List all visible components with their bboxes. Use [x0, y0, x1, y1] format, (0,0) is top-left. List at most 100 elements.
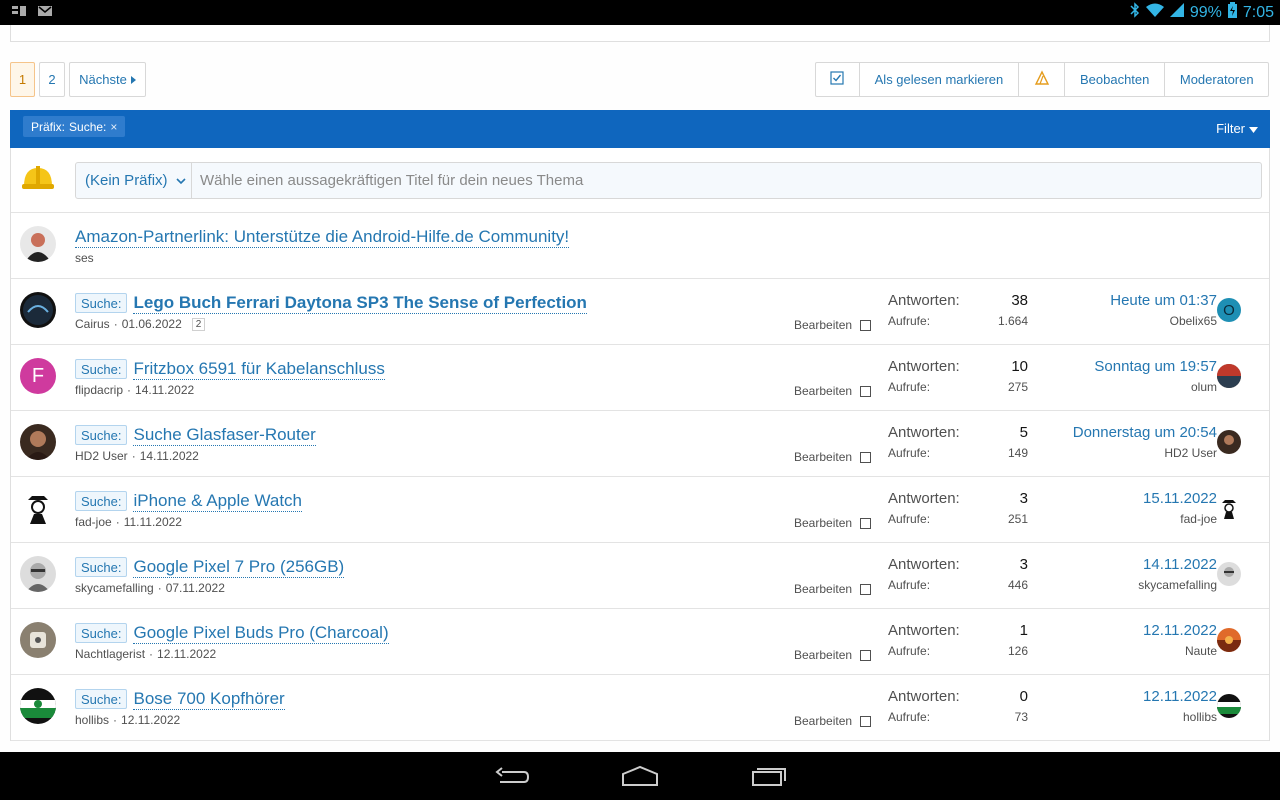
prefix-tag[interactable]: Suche: [75, 425, 128, 445]
select-checkbox[interactable] [860, 583, 872, 595]
prefix-tag[interactable]: Suche: [75, 623, 128, 643]
last-post-user[interactable]: fad-joe [1143, 512, 1217, 526]
last-post-user[interactable]: skycamefalling [1138, 578, 1217, 592]
last-post-user[interactable]: Obelix65 [1110, 314, 1217, 328]
home-icon[interactable] [622, 764, 658, 788]
last-post-date[interactable]: 15.11.2022 [1143, 490, 1217, 510]
last-post-avatar[interactable] [1217, 364, 1241, 388]
prefix-tag[interactable]: Suche: [75, 359, 128, 379]
recent-apps-icon[interactable] [751, 764, 787, 788]
thread-stats: Antworten: 38 Aufrufe: 1.664 [888, 292, 1028, 328]
replies-label: Antworten: [888, 556, 960, 573]
last-post: 12.11.2022 Naute [1143, 622, 1217, 658]
last-post-user[interactable]: hollibs [1143, 710, 1217, 724]
select-checkbox[interactable] [860, 715, 872, 727]
thread-title[interactable]: iPhone & Apple Watch [133, 491, 303, 512]
thread-author[interactable]: ses [75, 251, 94, 265]
thread-title[interactable]: Suche Glasfaser-Router [133, 425, 316, 446]
quick-filter-button[interactable] [1019, 63, 1065, 96]
prefix-tag[interactable]: Suche: [75, 491, 128, 511]
close-icon[interactable]: × [110, 120, 117, 134]
edit-toggle[interactable]: Bearbeiten [794, 318, 872, 332]
sticky-thread-row[interactable]: Amazon-Partnerlink: Unterstütze die Andr… [11, 213, 1269, 279]
chevron-down-icon [175, 172, 186, 189]
thread-row[interactable]: Suche: Bose 700 Kopfhörer hollibs · 12.11… [11, 675, 1269, 741]
edit-label: Bearbeiten [794, 450, 853, 464]
prefix-tag[interactable]: Suche: [75, 689, 128, 709]
thread-title[interactable]: Google Pixel Buds Pro (Charcoal) [133, 623, 389, 644]
last-post-date[interactable]: 12.11.2022 [1143, 688, 1217, 708]
select-checkbox[interactable] [860, 451, 872, 463]
thread-stats: Antworten: 10 Aufrufe: 275 [888, 358, 1028, 394]
thread-author[interactable]: Cairus [75, 317, 110, 331]
thread-row[interactable]: Suche: Suche Glasfaser-Router HD2 User · … [11, 411, 1269, 477]
last-post-user[interactable]: HD2 User [1073, 446, 1217, 460]
last-post-user[interactable]: olum [1094, 380, 1217, 394]
prefix-filter-chip[interactable]: Präfix: Suche: × [23, 116, 126, 137]
replies-count: 3 [1019, 556, 1028, 573]
clock: 7:05 [1242, 3, 1274, 21]
last-post-date[interactable]: 14.11.2022 [1138, 556, 1217, 576]
thread-author[interactable]: HD2 User [75, 449, 128, 463]
back-icon[interactable] [494, 764, 530, 788]
edit-toggle[interactable]: Bearbeiten [794, 516, 872, 530]
thread-author[interactable]: flipdacrip [75, 383, 123, 397]
thread-author[interactable]: fad-joe [75, 515, 112, 529]
last-post-avatar[interactable] [1217, 496, 1241, 520]
views-label: Aufrufe: [888, 314, 931, 328]
edit-toggle[interactable]: Bearbeiten [794, 714, 872, 728]
status-bar: 99% 7:05 [0, 0, 1280, 25]
watch-button[interactable]: Beobachten [1065, 63, 1166, 96]
page-1-button[interactable]: 1 [10, 62, 35, 97]
last-post-date[interactable]: Donnerstag um 20:54 [1073, 424, 1217, 444]
chip-label: Präfix: [31, 119, 66, 134]
next-page-button[interactable]: Nächste [69, 62, 146, 97]
edit-toggle[interactable]: Bearbeiten [794, 582, 872, 596]
last-post-avatar[interactable] [1217, 562, 1241, 586]
thread-author[interactable]: skycamefalling [75, 581, 154, 595]
mark-read-button[interactable]: Als gelesen markieren [860, 63, 1020, 96]
views-label: Aufrufe: [888, 644, 931, 658]
edit-toggle[interactable]: Bearbeiten [794, 384, 872, 398]
thread-title[interactable]: Fritzbox 6591 für Kabelanschluss [133, 359, 385, 380]
select-checkbox[interactable] [860, 385, 872, 397]
last-post-avatar[interactable]: O [1217, 298, 1241, 322]
thread-title[interactable]: Amazon-Partnerlink: Unterstütze die Andr… [75, 227, 570, 248]
prefix-select[interactable]: (Kein Präfix) [75, 162, 192, 199]
last-post-avatar[interactable] [1217, 628, 1241, 652]
moderators-button[interactable]: Moderatoren [1165, 63, 1268, 96]
thread-row[interactable]: F Suche: Fritzbox 6591 für Kabelanschlus… [11, 345, 1269, 411]
thread-row[interactable]: Suche: iPhone & Apple Watch fad-joe · 11.… [11, 477, 1269, 543]
thread-title-input[interactable]: Wähle einen aussagekräftigen Titel für d… [191, 162, 1262, 199]
last-post-date[interactable]: 12.11.2022 [1143, 622, 1217, 642]
thread-title[interactable]: Lego Buch Ferrari Daytona SP3 The Sense … [133, 293, 587, 314]
last-post-avatar[interactable] [1217, 694, 1241, 718]
edit-toggle[interactable]: Bearbeiten [794, 450, 872, 464]
thread-author[interactable]: Nachtlagerist [75, 647, 145, 661]
last-post-date[interactable]: Heute um 01:37 [1110, 292, 1217, 312]
prefix-tag[interactable]: Suche: [75, 557, 128, 577]
select-checkbox[interactable] [860, 649, 872, 661]
last-post-date[interactable]: Sonntag um 19:57 [1094, 358, 1217, 378]
views-label: Aufrufe: [888, 578, 931, 592]
select-checkbox[interactable] [860, 319, 872, 331]
chevron-down-icon [1249, 121, 1258, 136]
thread-date: 11.11.2022 [123, 515, 182, 529]
last-post-avatar[interactable] [1217, 430, 1241, 454]
thread-title[interactable]: Bose 700 Kopfhörer [133, 689, 285, 710]
select-checkbox[interactable] [860, 517, 872, 529]
avatar [20, 556, 56, 592]
select-threads-button[interactable] [816, 63, 860, 96]
edit-toggle[interactable]: Bearbeiten [794, 648, 872, 662]
last-post-user[interactable]: Naute [1143, 644, 1217, 658]
filter-menu-button[interactable]: Filter [1216, 121, 1258, 136]
page-2-button[interactable]: 2 [39, 62, 65, 97]
thread-title[interactable]: Google Pixel 7 Pro (256GB) [133, 557, 345, 578]
thread-author[interactable]: hollibs [75, 713, 109, 727]
prefix-tag[interactable]: Suche: [75, 293, 128, 313]
thread-row[interactable]: Suche: Lego Buch Ferrari Daytona SP3 The… [11, 279, 1269, 345]
page-jump-link[interactable]: 2 [191, 317, 206, 331]
thread-row[interactable]: Suche: Google Pixel 7 Pro (256GB) skycam… [11, 543, 1269, 609]
thread-row[interactable]: Suche: Google Pixel Buds Pro (Charcoal) … [11, 609, 1269, 675]
last-post: Sonntag um 19:57 olum [1094, 358, 1217, 394]
